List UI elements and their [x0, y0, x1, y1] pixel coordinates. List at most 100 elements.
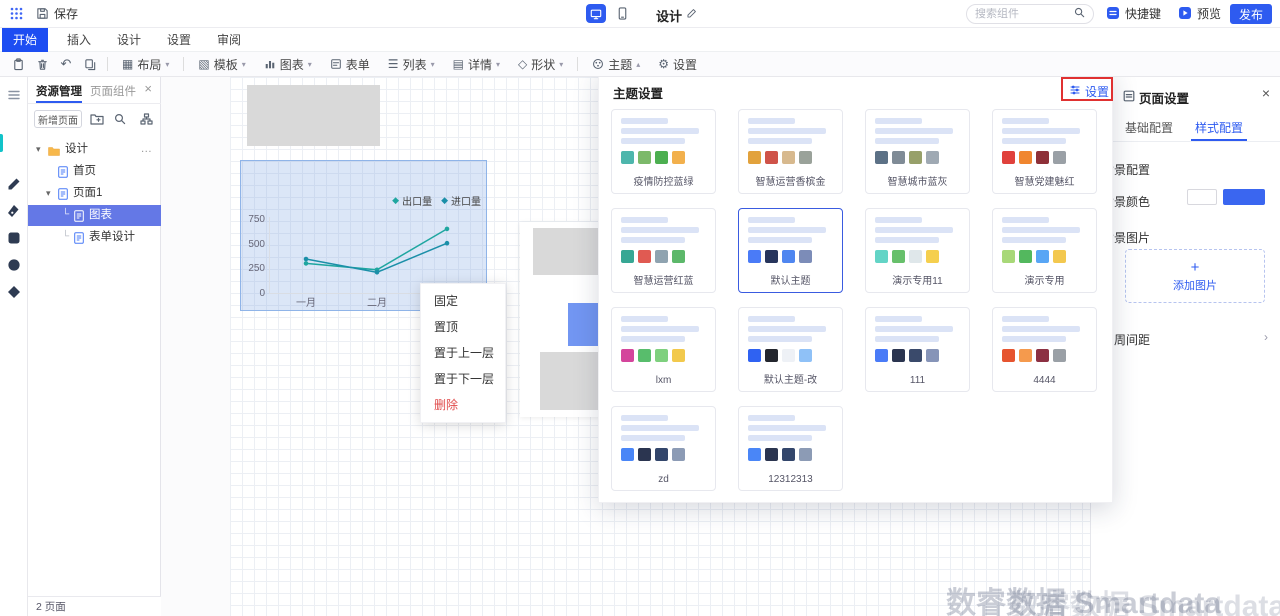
- close-icon[interactable]: ×: [1262, 85, 1270, 101]
- chart-menu[interactable]: 图表▾: [255, 54, 321, 74]
- ellipse-tool-icon[interactable]: [7, 258, 21, 275]
- more-icon[interactable]: …: [141, 139, 154, 160]
- mobile-view-button[interactable]: [612, 4, 632, 23]
- tab-design[interactable]: 设计: [106, 28, 152, 52]
- edit-title-icon[interactable]: [686, 8, 697, 22]
- publish-button[interactable]: 发布: [1230, 4, 1272, 24]
- theme-swatch: [1053, 151, 1066, 164]
- legend-item: ◆ 出口量: [392, 193, 432, 208]
- add-page-button[interactable]: 新增页面: [34, 110, 82, 128]
- add-image-button[interactable]: + 添加图片: [1125, 249, 1265, 303]
- shortcuts-button[interactable]: 快捷键: [1106, 5, 1161, 22]
- theme-name: 智慧运营红蓝: [612, 272, 715, 287]
- menu-item-bring-to-front[interactable]: 置顶: [421, 314, 505, 340]
- tab-basic-config[interactable]: 基础配置: [1125, 119, 1173, 136]
- component-tool-icon[interactable]: [7, 231, 21, 248]
- theme-card[interactable]: 智慧运营红蓝: [611, 208, 716, 293]
- caret-down-icon[interactable]: ▾: [36, 139, 41, 160]
- theme-card[interactable]: 默认主题-改: [738, 307, 843, 392]
- bg-color-swatch-white[interactable]: [1187, 189, 1217, 205]
- desktop-view-button[interactable]: [586, 4, 606, 23]
- preview-button[interactable]: 预览: [1178, 5, 1221, 22]
- tree-label: 首页: [73, 161, 96, 182]
- sliders-icon: [1069, 84, 1081, 99]
- layout-menu[interactable]: ▦ 布局▾: [113, 54, 178, 74]
- skeleton-bar: [621, 217, 668, 223]
- active-tool-indicator: [0, 134, 3, 152]
- theme-swatches: [621, 349, 706, 362]
- tab-page-components[interactable]: 页面组件: [90, 83, 136, 99]
- tree-item-form-design[interactable]: └ 表单设计: [28, 227, 161, 248]
- search-icon[interactable]: [114, 113, 126, 128]
- tab-start[interactable]: 开始: [2, 28, 48, 52]
- tab-style-config[interactable]: 样式配置: [1195, 119, 1243, 136]
- tree-view-icon[interactable]: [140, 113, 153, 128]
- theme-card[interactable]: zd: [611, 406, 716, 491]
- delete-icon[interactable]: [30, 54, 54, 74]
- form-menu[interactable]: 表单: [321, 54, 379, 74]
- theme-card[interactable]: 智慧党建魅红: [992, 109, 1097, 194]
- tree-item-chart-selected[interactable]: └ 图表: [28, 205, 161, 226]
- menu-item-send-backward[interactable]: 置于下一层: [421, 366, 505, 392]
- tree-item-design-folder[interactable]: ▾ 设计 …: [28, 139, 161, 160]
- chevron-right-icon[interactable]: ›: [1264, 330, 1268, 344]
- theme-card[interactable]: 智慧城市蓝灰: [865, 109, 970, 194]
- theme-card[interactable]: 12312313: [738, 406, 843, 491]
- skeleton-bar: [748, 217, 795, 223]
- theme-menu[interactable]: 主题▴: [583, 54, 649, 74]
- theme-card[interactable]: lxm: [611, 307, 716, 392]
- theme-swatches: [748, 151, 833, 164]
- widget-skeleton-card[interactable]: [520, 222, 605, 417]
- caret-down-icon[interactable]: ▾: [46, 183, 51, 204]
- y-tick: 750: [243, 214, 265, 225]
- tree-item-home[interactable]: 首页: [28, 161, 161, 182]
- menu-item-bring-forward[interactable]: 置于上一层: [421, 340, 505, 366]
- search-icon[interactable]: [1074, 7, 1085, 21]
- page-settings-menu[interactable]: ⚙ 设置: [649, 54, 706, 74]
- theme-swatches: [875, 349, 960, 362]
- skeleton-bar: [875, 316, 922, 322]
- tree-item-page1[interactable]: ▾ 页面1: [28, 183, 161, 204]
- menu-item-pin[interactable]: 固定: [421, 288, 505, 314]
- tab-review[interactable]: 审阅: [206, 28, 252, 52]
- hamburger-icon[interactable]: [7, 89, 21, 104]
- theme-card[interactable]: 智慧运营香槟金: [738, 109, 843, 194]
- theme-card[interactable]: 默认主题: [738, 208, 843, 293]
- bg-color-swatch-blue[interactable]: [1223, 189, 1265, 205]
- apps-grid-icon[interactable]: [10, 7, 23, 23]
- theme-card[interactable]: 4444: [992, 307, 1097, 392]
- tab-settings[interactable]: 设置: [156, 28, 202, 52]
- theme-card[interactable]: 演示专用: [992, 208, 1097, 293]
- detail-menu[interactable]: ▤ 详情▾: [444, 54, 509, 74]
- skeleton-bar: [621, 326, 699, 332]
- theme-settings-button[interactable]: 设置: [1069, 83, 1109, 100]
- placeholder-block[interactable]: [247, 85, 380, 146]
- tab-insert[interactable]: 插入: [56, 28, 102, 52]
- theme-card[interactable]: 疫情防控蓝绿: [611, 109, 716, 194]
- template-menu[interactable]: ▧ 模板▾: [189, 54, 254, 74]
- save-button[interactable]: 保存: [36, 5, 78, 22]
- tab-resource-manager[interactable]: 资源管理: [36, 83, 82, 99]
- list-icon: ☰: [388, 57, 399, 71]
- paste-icon[interactable]: [6, 54, 30, 74]
- preview-label: 预览: [1197, 5, 1221, 22]
- list-menu[interactable]: ☰ 列表▾: [379, 54, 444, 74]
- tree-connector: └: [62, 226, 69, 247]
- theme-swatch: [799, 448, 812, 461]
- edit-pencil-icon[interactable]: [7, 177, 21, 194]
- pen-tool-icon[interactable]: [7, 204, 21, 221]
- shape-menu[interactable]: ◇ 形状▾: [509, 54, 572, 74]
- theme-grid: 疫情防控蓝绿 智慧运营香槟金 智慧城市蓝灰 智慧党建魅红 智慧运营红蓝 默认主题: [611, 109, 1097, 491]
- shape-tool-icon[interactable]: [7, 285, 21, 302]
- theme-card[interactable]: 演示专用11: [865, 208, 970, 293]
- theme-swatches: [748, 448, 833, 461]
- theme-name: 4444: [993, 375, 1096, 386]
- close-icon[interactable]: ×: [144, 81, 152, 96]
- theme-card[interactable]: 111: [865, 307, 970, 392]
- menu-item-delete[interactable]: 删除: [421, 392, 505, 418]
- skeleton-block: [533, 228, 603, 275]
- copy-icon[interactable]: [78, 54, 102, 74]
- add-folder-icon[interactable]: [90, 113, 104, 128]
- undo-icon[interactable]: ↶: [54, 54, 78, 74]
- search-input[interactable]: [975, 8, 1074, 20]
